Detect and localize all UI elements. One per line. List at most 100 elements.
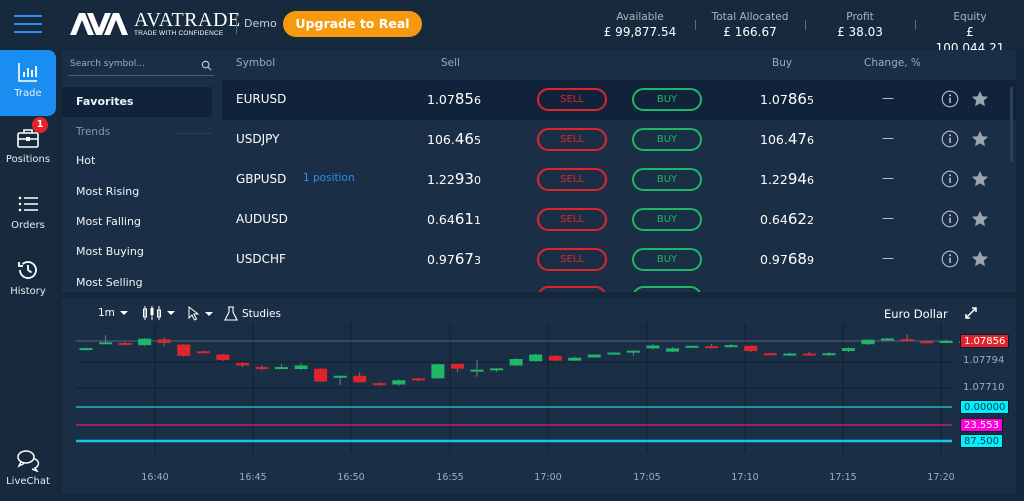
- candle-body: [314, 368, 328, 382]
- category-most-falling[interactable]: Most Falling: [62, 207, 212, 237]
- candle-body: [607, 352, 621, 355]
- brand-logo: AVATRADE TRADE WITH CONFIDENCE: [70, 10, 241, 38]
- candle-body: [744, 345, 758, 351]
- category-header-trends: Trends: [76, 126, 111, 138]
- candle-body: [861, 339, 875, 345]
- candle-body: [900, 339, 914, 342]
- nav-positions-label: Positions: [5, 154, 51, 165]
- candle-body: [529, 354, 543, 362]
- instrument-row-partial: [222, 280, 1016, 292]
- category-most-buying[interactable]: Most Buying: [62, 237, 212, 267]
- sell-button[interactable]: SELL: [537, 208, 607, 231]
- sell-button[interactable]: SELL: [537, 248, 607, 271]
- category-hot[interactable]: Hot: [62, 146, 212, 176]
- table-scrollbar[interactable]: [1010, 87, 1013, 162]
- info-icon[interactable]: [941, 210, 959, 228]
- symbol-name: AUDUSD: [236, 212, 288, 226]
- buy-button[interactable]: [632, 286, 702, 292]
- candle-body: [490, 368, 504, 371]
- favorite-star-icon[interactable]: [971, 250, 989, 268]
- candle-body: [255, 367, 269, 370]
- upgrade-button[interactable]: Upgrade to Real: [283, 11, 422, 37]
- history-icon: [18, 261, 37, 279]
- equity-label: Equity: [953, 11, 987, 23]
- buy-price: 1.22946: [760, 170, 814, 188]
- sell-button[interactable]: SELL: [537, 168, 607, 191]
- divider: [176, 133, 212, 134]
- instrument-row[interactable]: EURUSD 1.07856 SELL BUY 1.07865 —: [222, 80, 1016, 120]
- top-bar: AVATRADE TRADE WITH CONFIDENCE Demo Upgr…: [0, 0, 1024, 55]
- info-icon[interactable]: [941, 170, 959, 188]
- sell-price: 0.97673: [427, 250, 481, 268]
- sell-price: 1.22930: [427, 170, 481, 188]
- favorite-star-icon[interactable]: [971, 130, 989, 148]
- candle-body: [294, 365, 308, 370]
- buy-button[interactable]: BUY: [632, 128, 702, 151]
- info-icon[interactable]: [941, 250, 959, 268]
- instrument-row[interactable]: USDCHF 0.97673 SELL BUY 0.97689 —: [222, 240, 1016, 280]
- buy-button[interactable]: BUY: [632, 208, 702, 231]
- available-value: £ 99,877.54: [603, 25, 677, 39]
- nav-livechat[interactable]: LiveChat: [0, 438, 56, 501]
- nav-history-label: History: [10, 286, 46, 297]
- symbol-name: EURUSD: [236, 92, 287, 106]
- positions-link[interactable]: 1 position: [303, 172, 355, 184]
- search-symbol-input[interactable]: Search symbol...: [68, 56, 214, 76]
- candle-body: [939, 341, 953, 343]
- instrument-row[interactable]: GBPUSD 1 position 1.22930 SELL BUY 1.229…: [222, 160, 1016, 200]
- brand-tagline: TRADE WITH CONFIDENCE: [134, 30, 224, 38]
- avatrade-logo-icon: [70, 13, 128, 35]
- candle-body: [822, 353, 836, 356]
- info-icon[interactable]: [941, 130, 959, 148]
- nav-orders[interactable]: Orders: [0, 182, 56, 248]
- category-favorites[interactable]: Favorites: [62, 87, 212, 117]
- category-most-selling[interactable]: Most Selling: [62, 268, 212, 292]
- buy-price: 0.97689: [760, 250, 814, 268]
- search-placeholder: Search symbol...: [70, 59, 145, 69]
- favorite-star-icon[interactable]: [971, 210, 989, 228]
- info-icon[interactable]: [941, 90, 959, 108]
- buy-button[interactable]: BUY: [632, 88, 702, 111]
- x-tick-label: 17:00: [534, 472, 561, 483]
- favorite-star-icon[interactable]: [971, 90, 989, 108]
- candle-body: [157, 339, 171, 343]
- nav-orders-label: Orders: [11, 220, 45, 231]
- category-most-rising[interactable]: Most Rising: [62, 177, 212, 207]
- sell-button[interactable]: [537, 286, 607, 292]
- favorite-star-icon[interactable]: [971, 170, 989, 188]
- sell-button[interactable]: SELL: [537, 128, 607, 151]
- price-chart[interactable]: 16:40 16:45 16:50 16:55 17:00 17:05 17:10 17:15…: [62, 298, 1016, 494]
- indicator-value-tag: 87.500: [960, 434, 1003, 448]
- candle-body: [685, 345, 699, 348]
- buy-button[interactable]: BUY: [632, 168, 702, 191]
- instrument-row[interactable]: USDJPY 106.465 SELL BUY 106.476 —: [222, 120, 1016, 160]
- candle-body: [216, 354, 230, 360]
- symbol-categories-panel: Search symbol... Favorites Trends Hot Mo…: [62, 50, 222, 292]
- x-tick-label: 16:40: [141, 472, 168, 483]
- candle-body: [626, 350, 640, 353]
- candle-body: [646, 345, 660, 349]
- indicator-value-tag: 0.00000: [960, 400, 1010, 414]
- nav-trade[interactable]: Trade: [0, 50, 56, 116]
- menu-icon[interactable]: [14, 14, 42, 34]
- account-available: Available £ 99,877.54: [600, 10, 680, 40]
- candle-body: [138, 338, 152, 346]
- buy-button[interactable]: BUY: [632, 248, 702, 271]
- divider: [915, 20, 916, 30]
- total-allocated-label: Total Allocated: [711, 11, 789, 23]
- nav-trade-label: Trade: [14, 88, 42, 99]
- candle-body: [79, 348, 93, 351]
- change-percent: —: [882, 171, 894, 185]
- column-header-sell: Sell: [441, 57, 460, 69]
- sell-button[interactable]: SELL: [537, 88, 607, 111]
- y-tick-label: 1.07794: [963, 354, 1005, 366]
- buy-price: 106.476: [760, 130, 814, 148]
- candle-body: [568, 357, 582, 361]
- candle-body: [235, 362, 249, 366]
- instrument-row[interactable]: AUDUSD 0.64611 SELL BUY 0.64622 —: [222, 200, 1016, 240]
- nav-history[interactable]: History: [0, 248, 56, 314]
- search-icon[interactable]: [201, 60, 212, 71]
- candle-body: [177, 344, 191, 356]
- symbol-name: USDCHF: [236, 252, 286, 266]
- nav-livechat-label: LiveChat: [6, 476, 50, 487]
